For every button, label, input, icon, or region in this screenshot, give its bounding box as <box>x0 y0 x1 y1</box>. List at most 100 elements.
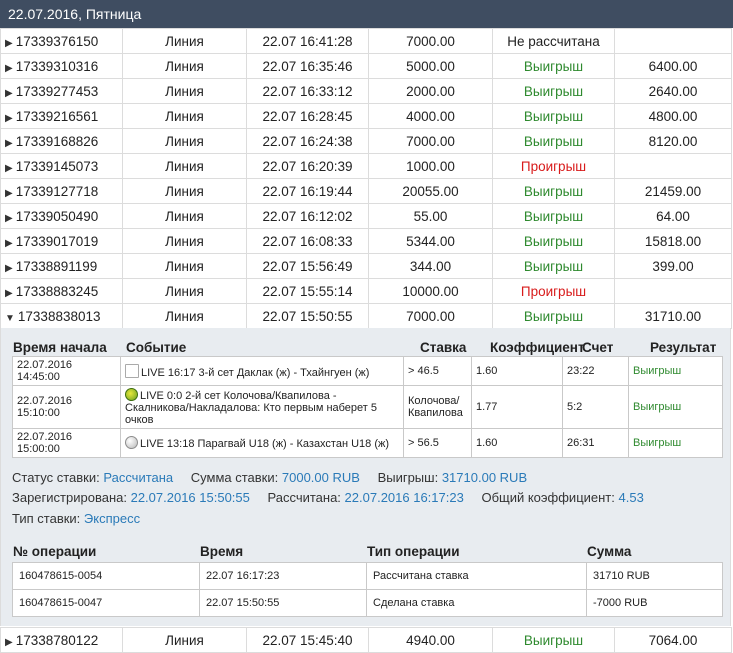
bet-id: 17339168826 <box>15 133 99 149</box>
bet-id-cell[interactable]: ▶ 17338883245 <box>0 278 123 304</box>
bet-id-cell[interactable]: ▶ 17339310316 <box>0 53 123 79</box>
bet-time: 22.07 16:33:12 <box>246 78 369 104</box>
bet-id-cell[interactable]: ▶ 17339050490 <box>0 203 123 229</box>
bet-result: Проигрыш <box>492 278 615 304</box>
op-time: 22.07 15:50:55 <box>199 589 367 617</box>
day-header: 22.07.2016, Пятница <box>0 0 733 28</box>
registered-value: 22.07.2016 15:50:55 <box>130 490 250 505</box>
bet-stake: 4000.00 <box>368 103 493 129</box>
event-bet: > 56.5 <box>403 428 472 458</box>
bet-id-cell[interactable]: ▶ 17338891199 <box>0 253 123 279</box>
bet-time: 22.07 16:08:33 <box>246 228 369 254</box>
bet-row[interactable]: ▶ 17339376150 Линия 22.07 16:41:28 7000.00 Не… <box>0 28 732 54</box>
bet-row[interactable]: ▶ 17339168826 Линия 22.07 16:24:38 7000.00 Вы… <box>0 128 732 154</box>
bet-id: 17338838013 <box>17 308 101 324</box>
op-time: 22.07 16:17:23 <box>199 562 367 590</box>
op-sum: 31710 RUB <box>586 562 723 590</box>
bet-row[interactable]: ▶ 17339145073 Линия 22.07 16:20:39 1000.00 Пр… <box>0 153 732 179</box>
bet-id-cell[interactable]: ▶ 17338780122 <box>0 627 123 653</box>
bet-id: 17339127718 <box>15 183 99 199</box>
bet-id-cell[interactable]: ▶ 17339127718 <box>0 178 123 204</box>
bet-type: Линия <box>122 53 247 79</box>
bet-id-cell[interactable]: ▶ 17339277453 <box>0 78 123 104</box>
bet-type: Линия <box>122 627 247 653</box>
bet-row[interactable]: ▶ 17339310316 Линия 22.07 16:35:46 5000.00 Вы… <box>0 53 732 79</box>
bet-id-cell[interactable]: ▶ 17339168826 <box>0 128 123 154</box>
bet-result: Выигрыш <box>492 253 615 279</box>
registered-label: Зарегистрирована: <box>12 490 127 505</box>
bet-id-cell[interactable]: ▶ 17339376150 <box>0 28 123 54</box>
bet-payout <box>614 28 732 54</box>
bet-type: Линия <box>122 103 247 129</box>
bet-stake: 5000.00 <box>368 53 493 79</box>
triangle-right-icon[interactable]: ▶ <box>5 138 13 149</box>
triangle-right-icon[interactable]: ▶ <box>5 188 13 199</box>
bet-row[interactable]: ▶ 17339277453 Линия 22.07 16:33:12 2000.00 Вы… <box>0 78 732 104</box>
bet-id: 17339216561 <box>15 108 99 124</box>
col-header-score: Счет <box>582 340 614 355</box>
bet-row[interactable]: ▼ 17338838013 Линия 22.07 15:50:55 7000.00 Вы… <box>0 303 732 329</box>
bet-row[interactable]: ▶ 17338883245 Линия 22.07 15:55:14 10000.00 П… <box>0 278 732 304</box>
bets-table-continued: ▶ 17338780122 Линия 22.07 15:45:40 4940.00 Вы… <box>0 627 732 653</box>
triangle-right-icon[interactable]: ▶ <box>5 163 13 174</box>
event-start: 22.07.2016 14:45:00 <box>12 356 121 386</box>
bet-id: 17339017019 <box>15 233 99 249</box>
triangle-right-icon[interactable]: ▶ <box>5 637 13 648</box>
bet-type: Линия <box>122 153 247 179</box>
bet-result: Выигрыш <box>492 103 615 129</box>
bet-info-line-3: Тип ставки: Экспресс <box>12 511 140 526</box>
bet-time: 22.07 15:55:14 <box>246 278 369 304</box>
bet-type: Линия <box>122 28 247 54</box>
bet-row[interactable]: ▶ 17339017019 Линия 22.07 16:08:33 5344.00 Вы… <box>0 228 732 254</box>
bet-stake: 5344.00 <box>368 228 493 254</box>
bet-result: Выигрыш <box>492 303 615 329</box>
tennis-ball-icon <box>125 388 138 401</box>
win-label: Выигрыш: <box>377 470 439 485</box>
bet-id-cell[interactable]: ▶ 17339017019 <box>0 228 123 254</box>
bet-result: Выигрыш <box>492 178 615 204</box>
bet-payout: 15818.00 <box>614 228 732 254</box>
bet-id-cell[interactable]: ▶ 17339216561 <box>0 103 123 129</box>
bet-time: 22.07 16:41:28 <box>246 28 369 54</box>
total-coef-value: 4.53 <box>618 490 644 505</box>
event-name: LIVE 13:18 Парагвай U18 (ж) - Казахстан … <box>140 438 390 450</box>
bet-time: 22.07 16:35:46 <box>246 53 369 79</box>
triangle-right-icon[interactable]: ▶ <box>5 238 13 249</box>
event-cell: LIVE 13:18 Парагвай U18 (ж) - Казахстан … <box>120 428 404 458</box>
bet-row[interactable]: ▶ 17339127718 Линия 22.07 16:19:44 20055.00 В… <box>0 178 732 204</box>
bet-row[interactable]: ▶ 17339050490 Линия 22.07 16:12:02 55.00 Выиг… <box>0 203 732 229</box>
bet-id-cell[interactable]: ▼ 17338838013 <box>0 303 123 329</box>
event-cell: LIVE 16:17 3-й сет Даклак (ж) - Тхайнгуе… <box>120 356 404 386</box>
event-coef: 1.60 <box>471 356 563 386</box>
event-start: 22.07.2016 15:00:00 <box>12 428 121 458</box>
triangle-right-icon[interactable]: ▶ <box>5 88 13 99</box>
events-table: 22.07.2016 14:45:00 LIVE 16:17 3-й сет Да… <box>12 356 723 458</box>
triangle-down-icon[interactable]: ▼ <box>5 313 15 324</box>
bet-row[interactable]: ▶ 17338891199 Линия 22.07 15:56:49 344.00 Выи… <box>0 253 732 279</box>
triangle-right-icon[interactable]: ▶ <box>5 263 13 274</box>
op-type: Сделана ставка <box>366 589 587 617</box>
bet-result: Проигрыш <box>492 153 615 179</box>
triangle-right-icon[interactable]: ▶ <box>5 113 13 124</box>
bet-time: 22.07 16:28:45 <box>246 103 369 129</box>
bet-row[interactable]: ▶ 17339216561 Линия 22.07 16:28:45 4000.00 Вы… <box>0 103 732 129</box>
bet-result: Выигрыш <box>492 228 615 254</box>
event-row: 22.07.2016 14:45:00 LIVE 16:17 3-й сет Да… <box>12 356 723 386</box>
bet-type-label: Тип ставки: <box>12 511 81 526</box>
triangle-right-icon[interactable]: ▶ <box>5 63 13 74</box>
bet-id-cell[interactable]: ▶ 17339145073 <box>0 153 123 179</box>
bet-row[interactable]: ▶ 17338780122 Линия 22.07 15:45:40 4940.00 Вы… <box>0 627 732 653</box>
triangle-right-icon[interactable]: ▶ <box>5 213 13 224</box>
bet-payout: 7064.00 <box>614 627 732 653</box>
image-placeholder-icon <box>125 363 139 378</box>
event-name: LIVE 0:0 2-й сет Колочова/Квапилова - Ск… <box>125 390 378 426</box>
bet-time: 22.07 16:19:44 <box>246 178 369 204</box>
status-label: Статус ставки: <box>12 470 100 485</box>
triangle-right-icon[interactable]: ▶ <box>5 38 13 49</box>
bet-result: Выигрыш <box>492 78 615 104</box>
bet-time: 22.07 15:45:40 <box>246 627 369 653</box>
bet-info-line-2: Зарегистрирована: 22.07.2016 15:50:55 Ра… <box>12 490 644 505</box>
bet-result: Выигрыш <box>492 128 615 154</box>
triangle-right-icon[interactable]: ▶ <box>5 288 13 299</box>
event-bet: > 46.5 <box>403 356 472 386</box>
